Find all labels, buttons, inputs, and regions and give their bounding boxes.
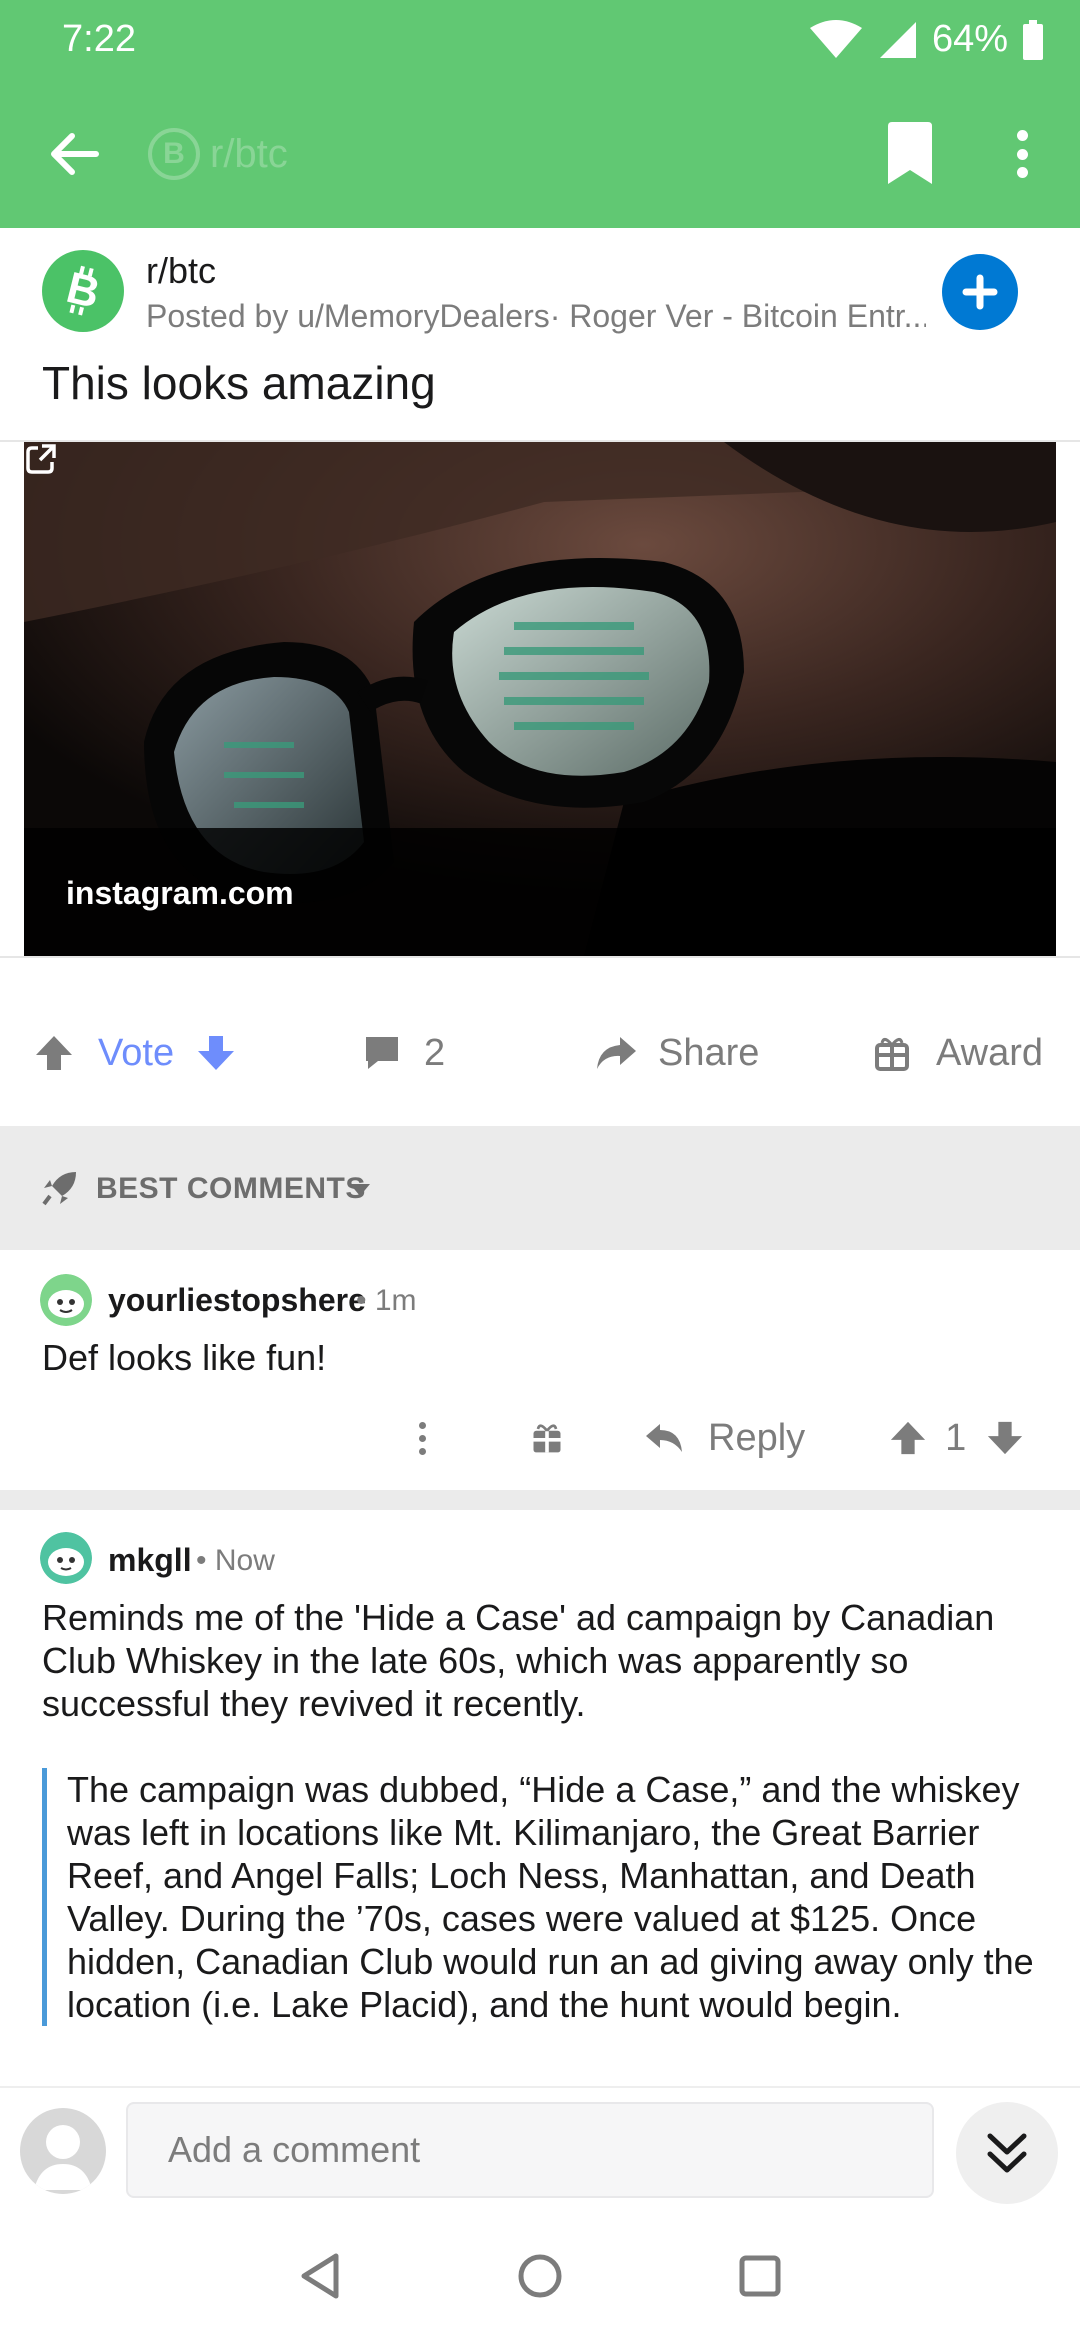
downvote-icon[interactable] — [196, 1033, 236, 1073]
double-chevron-down-icon — [987, 2133, 1027, 2173]
vote-group: Vote — [34, 1020, 236, 1086]
back-arrow-icon — [51, 133, 99, 175]
toolbar-title-text: r/btc — [210, 131, 288, 176]
comment-separator — [0, 1490, 1080, 1510]
avatar[interactable] — [40, 1274, 92, 1326]
snoo-avatar-icon — [40, 1274, 92, 1326]
wifi-icon — [809, 19, 862, 58]
share-button[interactable]: Share — [594, 1020, 759, 1086]
avatar[interactable] — [40, 1532, 92, 1584]
comment-username[interactable]: yourliestopshere — [108, 1282, 366, 1319]
post-title: This looks amazing — [42, 357, 436, 409]
bookmark-button[interactable] — [880, 120, 940, 188]
comment-time: • 1m — [356, 1284, 417, 1317]
subreddit-icon[interactable]: B — [42, 250, 124, 332]
comment-more-button[interactable] — [410, 1408, 434, 1468]
app-header: 7:22 64% B r/btc — [0, 0, 1080, 228]
vote-label: Vote — [98, 1031, 175, 1074]
subreddit-name[interactable]: r/btc — [146, 250, 216, 292]
downvote-icon[interactable] — [986, 1419, 1024, 1457]
award-button[interactable]: Award — [874, 1020, 1043, 1086]
user-avatar[interactable] — [20, 2108, 106, 2194]
next-comment-button[interactable] — [956, 2102, 1058, 2204]
reply-icon — [646, 1424, 682, 1452]
toolbar-title: B r/btc — [148, 128, 288, 180]
comment-actions: Reply 1 — [410, 1408, 1024, 1468]
reply-label: Reply — [708, 1416, 806, 1459]
nav-back-button[interactable] — [290, 2246, 350, 2306]
bookmark-icon — [888, 122, 932, 184]
nav-recents-icon — [739, 2255, 781, 2297]
comment-body: Def looks like fun! — [42, 1337, 327, 1378]
link-domain[interactable]: instagram.com — [66, 875, 294, 912]
bitcoin-logo-icon: B — [62, 263, 105, 318]
award-label: Award — [936, 1031, 1044, 1074]
rocket-icon — [42, 1172, 76, 1206]
gift-icon — [875, 1038, 909, 1071]
share-label: Share — [658, 1031, 760, 1074]
bitcoin-logo-icon: B — [148, 128, 200, 180]
external-link-icon[interactable] — [24, 442, 58, 476]
signal-icon — [879, 21, 916, 58]
upvote-icon[interactable] — [34, 1033, 74, 1073]
comment-time: • Now — [196, 1544, 275, 1577]
join-button[interactable] — [942, 254, 1018, 330]
add-comment-input[interactable]: Add a comment — [126, 2102, 934, 2198]
back-button[interactable] — [38, 118, 110, 190]
reply-button[interactable]: Reply — [644, 1417, 805, 1460]
comment-score: 1 — [945, 1416, 967, 1459]
comment-quote: The campaign was dubbed, “Hide a Case,” … — [42, 1768, 1052, 2026]
battery-icon — [1023, 19, 1043, 60]
nav-home-icon — [518, 2254, 562, 2298]
comment-body: Reminds me of the 'Hide a Case' ad campa… — [42, 1597, 995, 1724]
status-time: 7:22 — [62, 18, 136, 60]
gift-icon[interactable] — [530, 1420, 564, 1456]
more-vert-icon — [1016, 130, 1028, 141]
comment-username[interactable]: mkgll — [108, 1542, 192, 1579]
caret-down-icon[interactable] — [348, 1182, 372, 1198]
sort-label[interactable]: BEST COMMENTS — [96, 1172, 366, 1206]
upvote-icon[interactable] — [889, 1419, 927, 1457]
post-author-line[interactable]: Posted by u/MemoryDealers· Roger Ver - B… — [146, 298, 926, 335]
comment-count: 2 — [424, 1031, 446, 1074]
snoo-avatar-icon — [40, 1532, 92, 1584]
more-options-button[interactable] — [1002, 120, 1042, 188]
status-icons: 64% — [808, 18, 1044, 61]
comments-button[interactable]: 2 — [362, 1020, 445, 1086]
nav-home-button[interactable] — [510, 2246, 570, 2306]
nav-recents-button[interactable] — [730, 2246, 790, 2306]
comment-icon — [366, 1037, 398, 1069]
battery-percent: 64% — [931, 18, 1008, 60]
nav-back-icon — [301, 2253, 339, 2299]
user-placeholder-icon — [34, 2125, 92, 2190]
share-icon — [597, 1037, 636, 1069]
link-preview[interactable]: instagram.com — [24, 442, 1056, 956]
plus-icon — [962, 274, 998, 310]
